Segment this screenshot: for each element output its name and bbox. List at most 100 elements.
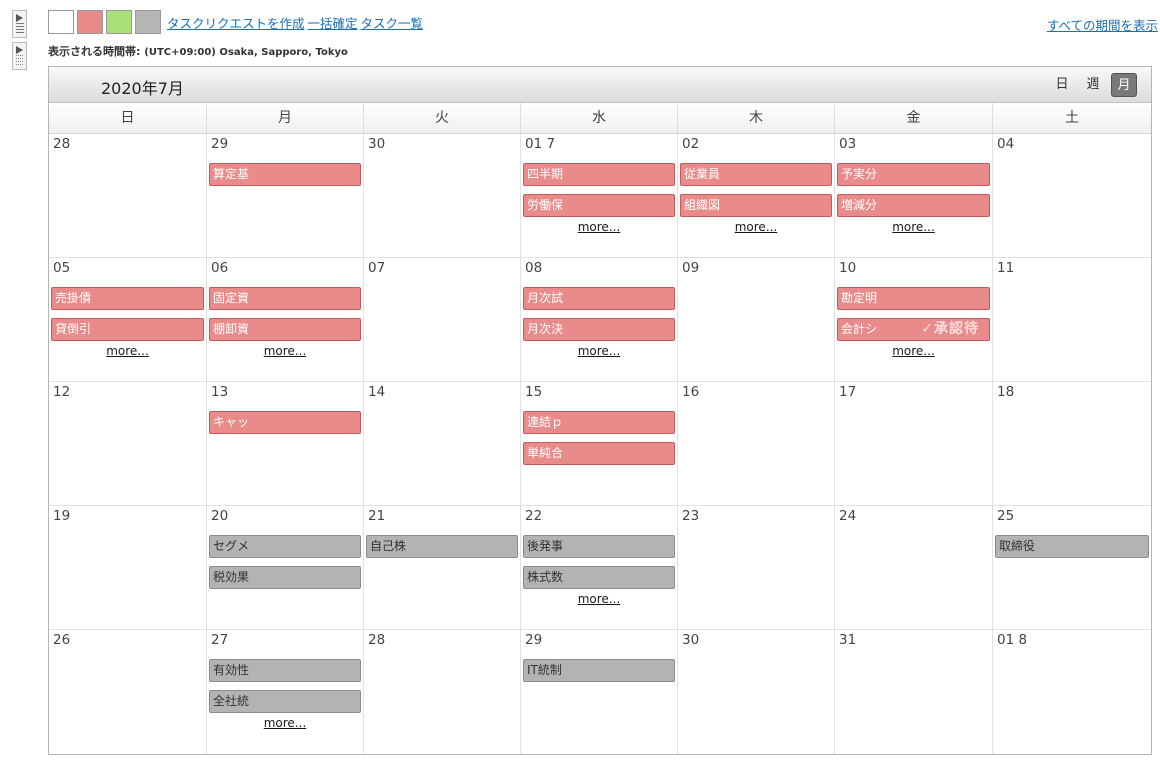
calendar-day-cell[interactable]: 30 (364, 134, 521, 257)
task-event[interactable]: 算定基 (209, 163, 361, 186)
task-event[interactable]: 労働保 (523, 194, 675, 217)
calendar-day-cell[interactable]: 05 売掛債 貸倒引 more... (49, 258, 207, 381)
weekday-header-row: 日月火水木金 土 (49, 103, 1151, 134)
week-view-button[interactable]: 週 (1080, 73, 1106, 97)
task-event[interactable]: 取締役 (995, 535, 1149, 558)
expand-panel-button[interactable] (12, 10, 27, 38)
task-event-title: 貸倒引 (55, 322, 92, 336)
calendar-day-cell[interactable]: 09 (678, 258, 835, 381)
color-filter-red[interactable] (77, 10, 103, 34)
task-event[interactable]: 自己株 (366, 535, 518, 558)
task-event[interactable]: 有効性 (209, 659, 361, 682)
calendar-day-cell[interactable]: 25 取締役 (993, 506, 1151, 629)
calendar-day-cell[interactable]: 24 (835, 506, 993, 629)
task-event[interactable]: セグメ (209, 535, 361, 558)
task-event[interactable]: 売掛債 (51, 287, 204, 310)
calendar-day-cell[interactable]: 10 勘定明会計シ ✓承認待 more... (835, 258, 993, 381)
more-events-link[interactable]: more... (49, 344, 206, 358)
calendar-day-cell[interactable]: 06 固定資 棚卸資 more... (207, 258, 364, 381)
color-filter-green[interactable] (106, 10, 132, 34)
calendar-day-cell[interactable]: 04 (993, 134, 1151, 257)
task-event-title: 売掛債 (55, 291, 92, 305)
calendar-day-cell[interactable]: 01 7 四半期労働保 more... (521, 134, 678, 257)
task-event[interactable]: 固定資 (209, 287, 361, 310)
color-filter-white[interactable] (48, 10, 74, 34)
day-number: 01 7 (525, 136, 556, 152)
calendar-day-cell[interactable]: 23 (678, 506, 835, 629)
more-events-link[interactable]: more... (678, 220, 834, 234)
calendar-day-cell[interactable]: 22 後発事 株式数 more... (521, 506, 678, 629)
calendar-day-cell[interactable]: 21 自己株 (364, 506, 521, 629)
calendar-day-cell[interactable]: 12 (49, 382, 207, 505)
calendar-day-cell[interactable]: 01 8 (993, 630, 1151, 754)
more-events-link[interactable]: more... (521, 344, 677, 358)
timezone-label: 表示される時間帯: (48, 45, 141, 58)
calendar-week-row: 19 20 セグメ 税効果 21 自己株 22 後発事 株式数 more... 23 24 25 取締役 (49, 506, 1151, 630)
calendar-day-cell[interactable]: 28 (49, 134, 207, 257)
task-event[interactable]: 貸倒引 (51, 318, 204, 341)
day-number: 23 (682, 508, 700, 524)
more-events-link[interactable]: more... (835, 344, 992, 358)
color-filter-gray[interactable] (135, 10, 161, 34)
calendar-day-cell[interactable]: 29 算定基 (207, 134, 364, 257)
more-events-link[interactable]: more... (207, 344, 363, 358)
task-event[interactable]: 月次試 (523, 287, 675, 310)
task-event[interactable]: 増減分 (837, 194, 990, 217)
calendar-day-cell[interactable]: 17 (835, 382, 993, 505)
calendar-day-cell[interactable]: 28 (364, 630, 521, 754)
task-event[interactable]: 予実分 (837, 163, 990, 186)
more-events-link[interactable]: more... (207, 716, 363, 730)
calendar-day-cell[interactable]: 15 連結ｐ 単純合 (521, 382, 678, 505)
task-event[interactable]: 月次決 (523, 318, 675, 341)
calendar-day-cell[interactable]: 20 セグメ 税効果 (207, 506, 364, 629)
calendar-day-cell[interactable]: 14 (364, 382, 521, 505)
calendar-day-cell[interactable]: 11 (993, 258, 1151, 381)
task-event[interactable]: 単純合 (523, 442, 675, 465)
task-event[interactable]: 会計シ ✓承認待 (837, 318, 990, 341)
calendar-day-cell[interactable]: 31 (835, 630, 993, 754)
task-event[interactable]: 税効果 (209, 566, 361, 589)
calendar-day-cell[interactable]: 02 従業員 組織図 more... (678, 134, 835, 257)
task-event[interactable]: 組織図 (680, 194, 832, 217)
more-events-link[interactable]: more... (521, 592, 677, 606)
calendar-day-cell[interactable]: 16 (678, 382, 835, 505)
calendar-day-cell[interactable]: 03 予実分 増減分 more... (835, 134, 993, 257)
task-event[interactable]: 勘定明 (837, 287, 990, 310)
calendar-day-cell[interactable]: 07 (364, 258, 521, 381)
calendar-day-cell[interactable]: 30 (678, 630, 835, 754)
day-view-button[interactable]: 日 (1049, 73, 1075, 97)
task-event[interactable]: キャッ (209, 411, 361, 434)
day-number: 09 (682, 260, 700, 276)
task-event[interactable]: 全社統 (209, 690, 361, 713)
task-event-title: 四半期 (527, 167, 564, 181)
calendar-day-cell[interactable]: 27 有効性 全社統 more... (207, 630, 364, 754)
task-event-title: 全社統 (213, 694, 250, 708)
weekday-header: 火 (364, 103, 521, 133)
task-event-title: 棚卸資 (213, 322, 250, 336)
task-event[interactable]: 株式数 (523, 566, 675, 589)
task-event[interactable]: 従業員 (680, 163, 832, 186)
list-icon (16, 23, 24, 33)
more-events-link[interactable]: more... (835, 220, 992, 234)
task-event[interactable]: 後発事 (523, 535, 675, 558)
task-event[interactable]: 棚卸資 (209, 318, 361, 341)
task-event[interactable]: IT統制 (523, 659, 675, 682)
bulk-confirm-link[interactable]: 一括確定 (308, 13, 358, 32)
calendar-day-cell[interactable]: 18 (993, 382, 1151, 505)
expand-grid-button[interactable] (12, 42, 27, 70)
show-all-periods-link[interactable]: すべての期間を表示 (1047, 15, 1158, 34)
calendar-day-cell[interactable]: 19 (49, 506, 207, 629)
calendar-day-cell[interactable]: 08 月次試 月次決 more... (521, 258, 678, 381)
calendar-day-cell[interactable]: 26 (49, 630, 207, 754)
create-task-request-link[interactable]: タスクリクエストを作成 (167, 13, 305, 32)
task-event[interactable]: 連結ｐ (523, 411, 675, 434)
calendar-day-cell[interactable]: 29 IT統制 (521, 630, 678, 754)
task-event[interactable]: 四半期 (523, 163, 675, 186)
more-events-link[interactable]: more... (521, 220, 677, 234)
month-view-button[interactable]: 月 (1111, 73, 1137, 97)
day-number: 29 (211, 136, 229, 152)
calendar-day-cell[interactable]: 13 キャッ (207, 382, 364, 505)
task-list-link[interactable]: タスク一覧 (361, 13, 424, 32)
weekday-header: 水 (521, 103, 678, 133)
day-number: 10 (839, 260, 857, 276)
